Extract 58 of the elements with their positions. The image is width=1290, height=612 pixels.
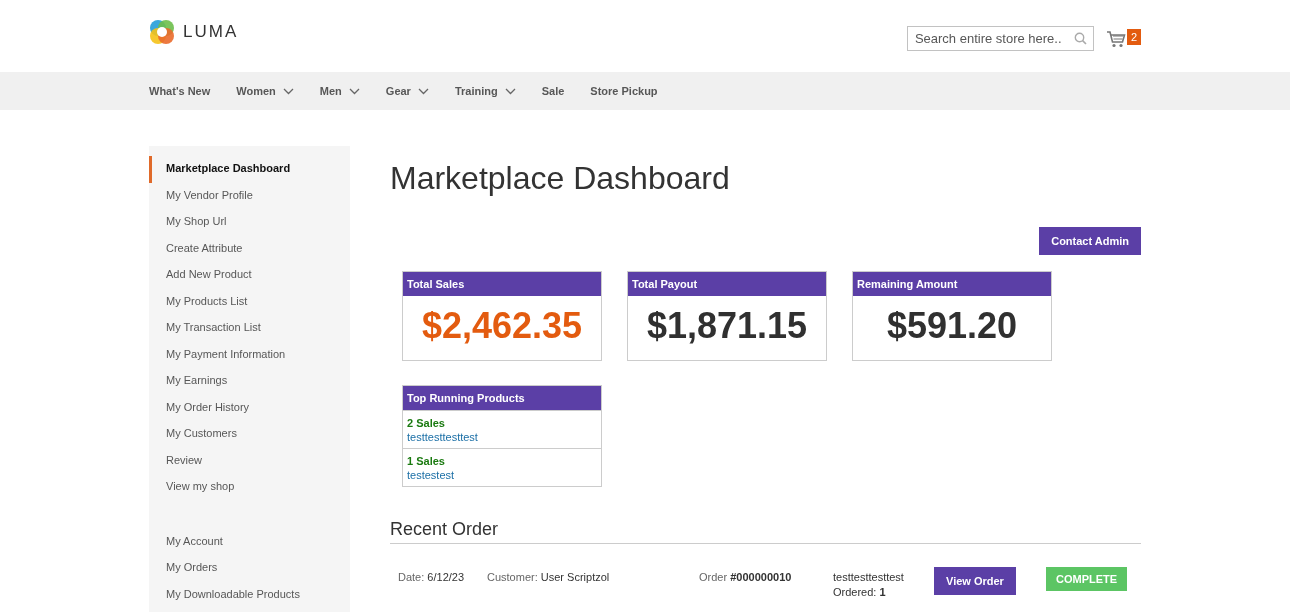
cart-icon[interactable] (1105, 29, 1126, 48)
customer-label: Customer: (487, 571, 538, 583)
date-value: 6/12/23 (427, 571, 465, 583)
card-title: Remaining Amount (853, 272, 1051, 296)
logo-text[interactable]: LUMA (183, 22, 239, 42)
sidebar-item[interactable]: Add New Product (149, 262, 350, 289)
card-title: Total Payout (628, 272, 826, 296)
product-link[interactable]: testestest (407, 469, 597, 481)
card-title: Top Running Products (403, 386, 601, 410)
customer-name: User Scriptzol (540, 571, 610, 583)
stat-value: $591.20 (885, 304, 1019, 348)
sidebar-item[interactable]: My Order History (149, 394, 350, 421)
sidebar-item[interactable]: My Products List (149, 288, 350, 315)
ordered-quantity: 1 (879, 586, 886, 598)
nav-link[interactable]: Store Pickup (590, 85, 658, 97)
chevron-icon (504, 87, 516, 95)
date-label: Date: (398, 571, 425, 583)
sidebar-item[interactable]: My Transaction List (149, 315, 350, 342)
sidebar-item[interactable]: My Account (149, 528, 350, 555)
search-icon[interactable] (1073, 32, 1087, 45)
ordered-label: Ordered: (833, 586, 877, 598)
nav-link[interactable]: Women (236, 85, 278, 97)
sidebar-item[interactable]: Marketplace Dashboard (149, 156, 350, 183)
contact-admin-button[interactable]: Contact Admin (1039, 227, 1141, 255)
sales-count: 1 Sales (407, 455, 446, 467)
sidebar-item[interactable]: View my shop (149, 474, 350, 501)
card-title: Total Sales (403, 272, 601, 296)
nav-link[interactable]: What's New (149, 85, 211, 97)
chevron-icon (417, 87, 429, 95)
order-number: #000000010 (730, 571, 792, 583)
sales-count: 2 Sales (407, 417, 446, 429)
sidebar-item[interactable]: My Earnings (149, 368, 350, 395)
sidebar-item[interactable]: My Shop Url (149, 209, 350, 236)
stat-value: $2,462.35 (420, 304, 584, 348)
status-badge: COMPLETE (1046, 567, 1128, 591)
chevron-icon (282, 87, 294, 95)
cart-count[interactable]: 2 (1126, 28, 1141, 45)
sidebar-item[interactable]: Create Attribute (149, 235, 350, 262)
sidebar-item[interactable]: Review (149, 447, 350, 474)
product-name: testtesttesttest (833, 571, 905, 583)
sidebar-item[interactable]: My Downloadable Products (149, 581, 350, 608)
view-order-button[interactable]: View Order (934, 567, 1016, 595)
order-label: Order (699, 571, 728, 583)
page-title: Marketplace Dashboard (390, 160, 731, 197)
logo-icon[interactable] (149, 19, 175, 45)
nav-link[interactable]: Gear (385, 85, 413, 97)
nav-link[interactable]: Sale (541, 85, 565, 97)
product-link[interactable]: testtesttesttest (407, 431, 597, 443)
section-title: Recent Order (390, 519, 1141, 544)
nav-link[interactable]: Training (454, 85, 500, 97)
sidebar-item[interactable]: My Payment Information (149, 341, 350, 368)
sidebar-item[interactable]: My Orders (149, 555, 350, 582)
sidebar-item[interactable]: My Customers (149, 421, 350, 448)
nav-link[interactable]: Men (319, 85, 344, 97)
stat-value: $1,871.15 (645, 304, 809, 348)
search-field[interactable]: Search entire store here.. (906, 26, 1094, 51)
chevron-icon (348, 87, 360, 95)
sidebar-item[interactable]: My Vendor Profile (149, 182, 350, 209)
